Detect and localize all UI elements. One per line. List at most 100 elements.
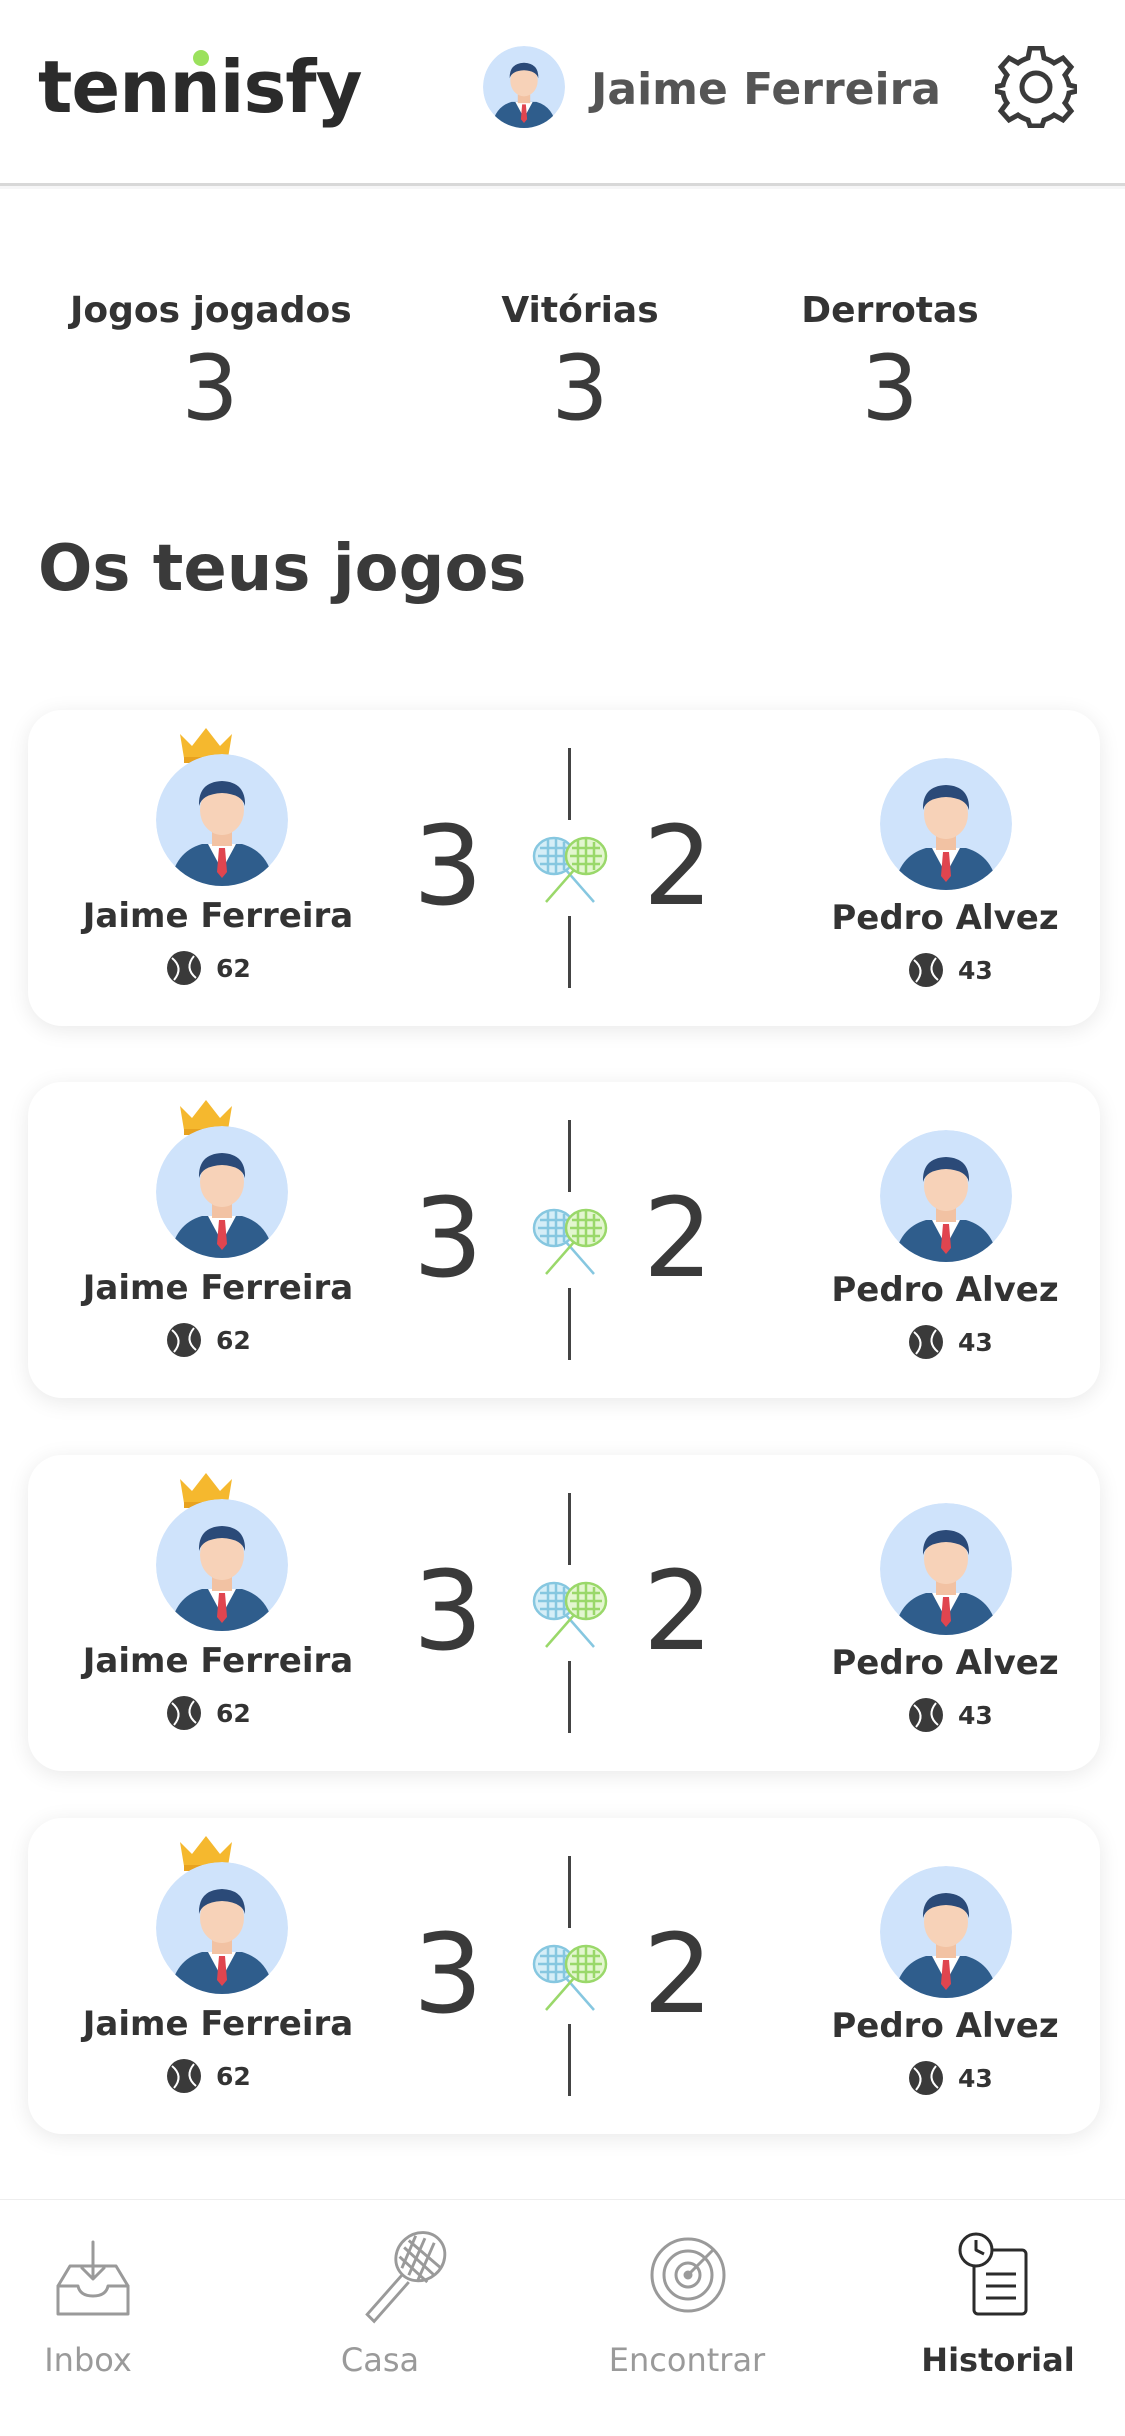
stat-losses: Derrotas 3 bbox=[780, 289, 1000, 439]
score-left: 3 bbox=[413, 1910, 483, 2038]
rating-value: 62 bbox=[216, 1698, 251, 1728]
user-name[interactable]: Jaime Ferreira bbox=[591, 62, 941, 118]
divider bbox=[568, 1856, 571, 1928]
stat-label: Vitórias bbox=[501, 290, 659, 331]
avatar bbox=[880, 758, 1012, 890]
stat-value: 3 bbox=[551, 336, 609, 441]
tennis-ball-icon bbox=[166, 2058, 202, 2094]
nav-encontrar[interactable]: Encontrar bbox=[567, 2200, 807, 2436]
player-rating: 43 bbox=[908, 1324, 993, 1360]
divider bbox=[568, 1288, 571, 1360]
rating-value: 62 bbox=[216, 953, 251, 983]
player-right: Pedro Alvez 43 bbox=[780, 710, 1100, 1026]
tennis-ball-icon bbox=[166, 1695, 202, 1731]
score-right: 2 bbox=[643, 1910, 713, 2038]
player-left: Jaime Ferreira 62 bbox=[48, 1455, 368, 1771]
inbox-icon bbox=[56, 2240, 130, 2316]
stat-games-played: Jogos jogados 3 bbox=[70, 289, 352, 441]
match-card[interactable]: Jaime Ferreira 62 3 2 Pedro Alvez 43 bbox=[28, 710, 1100, 1026]
divider bbox=[568, 2024, 571, 2096]
section-title: Os teus jogos bbox=[38, 532, 527, 606]
player-right: Pedro Alvez 43 bbox=[780, 1818, 1100, 2134]
match-card[interactable]: Jaime Ferreira 62 3 2 Pedro Alvez 43 bbox=[28, 1818, 1100, 2134]
rating-value: 43 bbox=[958, 2063, 993, 2093]
divider bbox=[568, 748, 571, 820]
player-right: Pedro Alvez 43 bbox=[780, 1455, 1100, 1771]
player-right: Pedro Alvez 43 bbox=[780, 1082, 1100, 1398]
gear-icon[interactable] bbox=[995, 46, 1077, 128]
tennis-racket-icon bbox=[365, 2231, 447, 2324]
player-rating: 62 bbox=[166, 2058, 251, 2094]
logo-ball-icon bbox=[193, 50, 209, 66]
nav-label: Inbox bbox=[44, 2341, 132, 2379]
rating-value: 62 bbox=[216, 1325, 251, 1355]
player-name: Pedro Alvez bbox=[831, 898, 1059, 938]
divider bbox=[568, 1120, 571, 1192]
nav-label: Historial bbox=[921, 2341, 1075, 2379]
score-left: 3 bbox=[413, 802, 483, 930]
avatar bbox=[880, 1503, 1012, 1635]
match-card[interactable]: Jaime Ferreira 62 3 2 Pedro Alvez 43 bbox=[28, 1455, 1100, 1771]
player-name: Jaime Ferreira bbox=[82, 1641, 354, 1681]
match-card[interactable]: Jaime Ferreira 62 3 2 Pedro Alvez 43 bbox=[28, 1082, 1100, 1398]
score-left: 3 bbox=[413, 1547, 483, 1675]
nav-casa[interactable]: Casa bbox=[260, 2200, 500, 2436]
rating-value: 62 bbox=[216, 2061, 251, 2091]
rating-value: 43 bbox=[958, 1327, 993, 1357]
player-name: Pedro Alvez bbox=[831, 2006, 1059, 2046]
tennis-ball-icon bbox=[908, 1697, 944, 1733]
nav-label: Encontrar bbox=[608, 2341, 766, 2379]
app-header: tennisfy Jaime Ferreira bbox=[0, 0, 1125, 186]
tennis-rackets-icon bbox=[528, 1940, 612, 2016]
avatar bbox=[880, 1130, 1012, 1262]
stat-label: Derrotas bbox=[801, 290, 979, 331]
player-rating: 62 bbox=[166, 1695, 251, 1731]
bottom-nav: Inbox Casa Encontrar Historial bbox=[0, 2199, 1125, 2436]
player-rating: 43 bbox=[908, 952, 993, 988]
player-rating: 43 bbox=[908, 1697, 993, 1733]
player-name: Pedro Alvez bbox=[831, 1643, 1059, 1683]
divider bbox=[568, 1661, 571, 1733]
tennis-rackets-icon bbox=[528, 1577, 612, 1653]
nav-label: Casa bbox=[340, 2341, 420, 2379]
stat-value: 3 bbox=[181, 336, 239, 441]
rating-value: 43 bbox=[958, 955, 993, 985]
history-screen: Jogos jogados 3 Vitórias 3 Derrotas 3 Os… bbox=[0, 189, 1125, 2199]
avatar bbox=[156, 1126, 288, 1258]
player-name: Jaime Ferreira bbox=[82, 896, 354, 936]
divider bbox=[568, 1493, 571, 1565]
rating-value: 43 bbox=[958, 1700, 993, 1730]
tennis-ball-icon bbox=[908, 2060, 944, 2096]
score-right: 2 bbox=[643, 1174, 713, 1302]
tennis-ball-icon bbox=[166, 1322, 202, 1358]
player-left: Jaime Ferreira 62 bbox=[48, 1818, 368, 2134]
nav-inbox[interactable]: Inbox bbox=[0, 2200, 208, 2436]
tennis-ball-icon bbox=[166, 950, 202, 986]
divider bbox=[568, 916, 571, 988]
avatar bbox=[156, 1862, 288, 1994]
tennis-rackets-icon bbox=[528, 1204, 612, 1280]
tennis-ball-icon bbox=[908, 1324, 944, 1360]
player-rating: 43 bbox=[908, 2060, 993, 2096]
avatar bbox=[156, 754, 288, 886]
player-name: Pedro Alvez bbox=[831, 1270, 1059, 1310]
player-rating: 62 bbox=[166, 1322, 251, 1358]
player-rating: 62 bbox=[166, 950, 251, 986]
score-right: 2 bbox=[643, 1547, 713, 1675]
avatar bbox=[880, 1866, 1012, 1998]
score-right: 2 bbox=[643, 802, 713, 930]
player-name: Jaime Ferreira bbox=[82, 1268, 354, 1308]
score-left: 3 bbox=[413, 1174, 483, 1302]
history-clipboard-icon bbox=[958, 2232, 1028, 2316]
user-avatar[interactable] bbox=[483, 46, 565, 128]
player-left: Jaime Ferreira 62 bbox=[48, 710, 368, 1026]
stat-value: 3 bbox=[861, 336, 919, 441]
stat-label: Jogos jogados bbox=[70, 290, 352, 331]
nav-historial[interactable]: Historial bbox=[878, 2200, 1118, 2436]
player-name: Jaime Ferreira bbox=[82, 2004, 354, 2044]
radar-icon bbox=[650, 2237, 726, 2313]
tennis-rackets-icon bbox=[528, 832, 612, 908]
stat-wins: Vitórias 3 bbox=[470, 289, 690, 439]
avatar bbox=[156, 1499, 288, 1631]
player-left: Jaime Ferreira 62 bbox=[48, 1082, 368, 1398]
